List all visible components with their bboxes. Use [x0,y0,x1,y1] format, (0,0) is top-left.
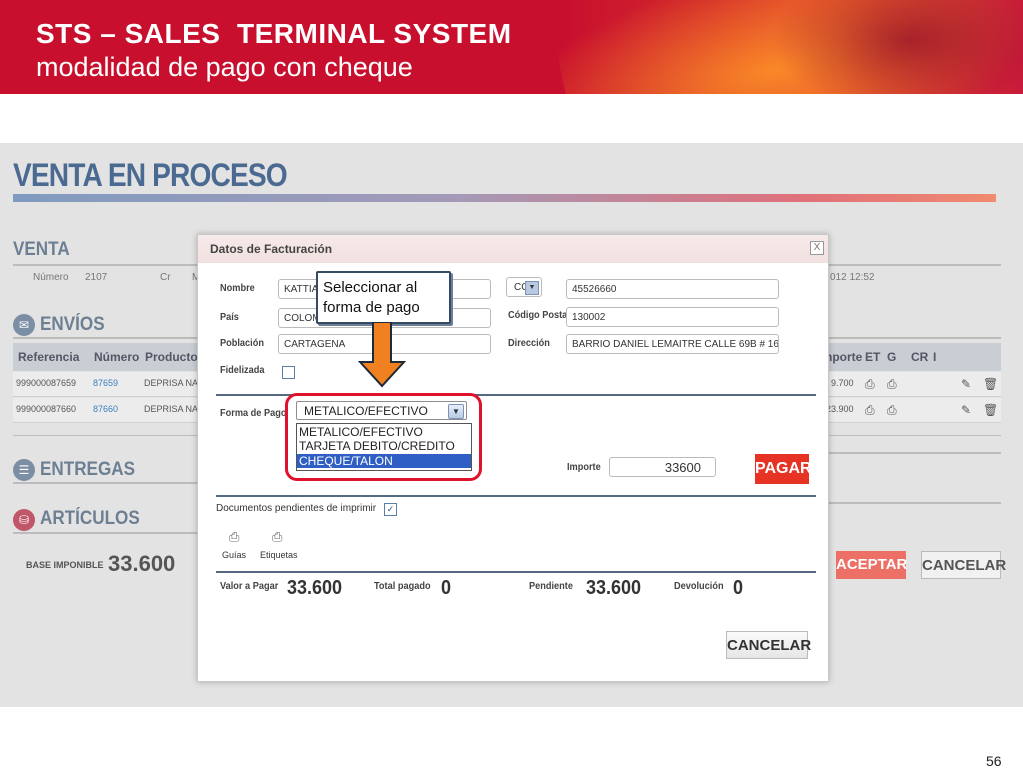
printer-icon[interactable]: ⎙ [865,377,875,392]
col-referencia: Referencia [18,350,80,364]
etiquetas-label[interactable]: Etiquetas [260,550,298,560]
callout-line-1: Seleccionar al [323,279,418,296]
fidelizada-label: Fidelizada [220,365,265,376]
dialog-title: Datos de Facturación [210,242,333,256]
section-divider [13,264,198,266]
printer-icon[interactable]: ⎙ [865,403,875,418]
venta-datetime: 012 12:52 [830,272,875,283]
edit-icon[interactable]: ✎ [961,403,971,417]
page-title: VENTA EN PROCESO [13,157,288,193]
printer-icon[interactable]: ⎙ [887,403,897,418]
direccion-field[interactable]: BARRIO DANIEL LEMAITRE CALLE 69B # 16 A [566,334,779,354]
cancelar-button[interactable]: CANCELAR [921,551,1006,579]
page-number: 56 [986,753,1002,769]
pais-label: País [220,312,239,323]
nombre-label: Nombre [220,283,255,294]
instruction-callout: Seleccionar al forma de pago [316,271,451,324]
printer-icon[interactable]: ⎙ [272,529,282,545]
numero-label: Número [33,272,69,283]
header-decoration-dark [760,0,1023,94]
importe-field[interactable]: 33600 [609,457,716,477]
slide-title: STS – SALES TERMINAL SYSTEM [36,18,512,49]
cr-label: Cr [160,272,171,283]
docs-pendientes-checkbox[interactable]: ✓ [384,503,397,516]
slide-header: STS – SALES TERMINAL SYSTEM modalidad de… [0,0,1023,94]
fidelizada-checkbox[interactable] [282,366,295,379]
arrow-down-icon [358,322,406,388]
row-numero-link[interactable]: 87660 [93,404,118,414]
envios-section-title: ENVÍOS [40,314,105,335]
section-divider [13,337,198,339]
valor-pagar-label: Valor a Pagar [220,581,279,592]
total-pagado-value: 0 [441,577,452,599]
highlight-ring [285,393,482,481]
row-producto: DEPRISA NA [144,404,199,414]
chevron-down-icon[interactable]: ▼ [525,281,539,295]
pagar-button[interactable]: PAGAR [755,454,812,484]
devolucion-label: Devolución [674,581,724,592]
row-producto: DEPRISA NA [144,378,199,388]
trash-icon[interactable]: 🗑 [983,403,998,417]
doc-type-select[interactable]: CC ▼ [506,277,542,297]
bag-icon: ⛁ [13,509,35,531]
base-imponible-value: 33.600 [108,551,176,576]
col-numero: Número [94,350,140,364]
callout-line-2: forma de pago [323,299,420,316]
section-divider [13,482,198,484]
section-divider [13,532,198,534]
valor-pagar-value: 33.600 [287,577,343,599]
col-et: ET [865,350,881,364]
pendiente-value: 33.600 [586,577,642,599]
forma-pago-label: Forma de Pago [220,408,287,419]
col-importe: nporte [825,350,863,364]
row-importe: 23.900 [826,404,854,414]
venta-section-title: VENTA [13,239,70,260]
docs-pendientes-label: Documentos pendientes de imprimir [216,503,377,514]
dialog-divider [216,571,816,573]
section-divider [826,264,1001,266]
row-referencia: 999000087659 [16,378,77,388]
entregas-section-title: ENTREGAS [40,459,136,480]
row-referencia: 999000087660 [16,404,77,414]
col-producto: Producto [145,350,198,364]
direccion-label: Dirección [508,338,550,349]
doc-number-field[interactable]: 45526660 [566,279,779,299]
row-importe: 9.700 [831,378,854,388]
base-imponible-label: BASE IMPONIBLE [26,560,104,570]
printer-icon[interactable]: ⎙ [887,377,897,392]
row-numero-link[interactable]: 87659 [93,378,118,388]
codigo-postal-field[interactable]: 130002 [566,307,779,327]
trash-icon[interactable]: 🗑 [983,377,998,391]
pendiente-label: Pendiente [529,581,573,592]
codigo-postal-label: Código Postal [508,310,570,321]
edit-icon[interactable]: ✎ [961,377,971,391]
numero-value: 2107 [85,272,108,283]
devolucion-value: 0 [733,577,744,599]
dialog-cancelar-button[interactable]: CANCELAR [726,631,811,659]
dialog-title-bar: Datos de Facturación X [198,235,828,263]
close-icon[interactable]: X [810,241,824,255]
section-divider [826,502,1001,504]
printer-icon[interactable]: ⎙ [229,529,239,545]
billing-dialog: Datos de Facturación X Nombre KATTIA CC … [197,234,829,682]
chat-icon: ☰ [13,459,35,481]
section-divider [826,337,1001,339]
slide-subtitle: modalidad de pago con cheque [36,52,413,82]
dialog-divider [216,495,816,497]
envelope-icon: ✉ [13,314,35,336]
importe-label: Importe [567,462,601,473]
aceptar-button[interactable]: ACEPTAR [836,551,907,579]
poblacion-label: Población [220,338,264,349]
guias-label[interactable]: Guías [222,550,246,560]
col-cr: CR [911,350,929,364]
articulos-section-title: ARTÍCULOS [40,508,140,529]
col-i: I [933,350,937,364]
title-underline [13,194,996,202]
section-divider [826,452,1001,454]
total-pagado-label: Total pagado [374,581,431,592]
col-g: G [887,350,897,364]
